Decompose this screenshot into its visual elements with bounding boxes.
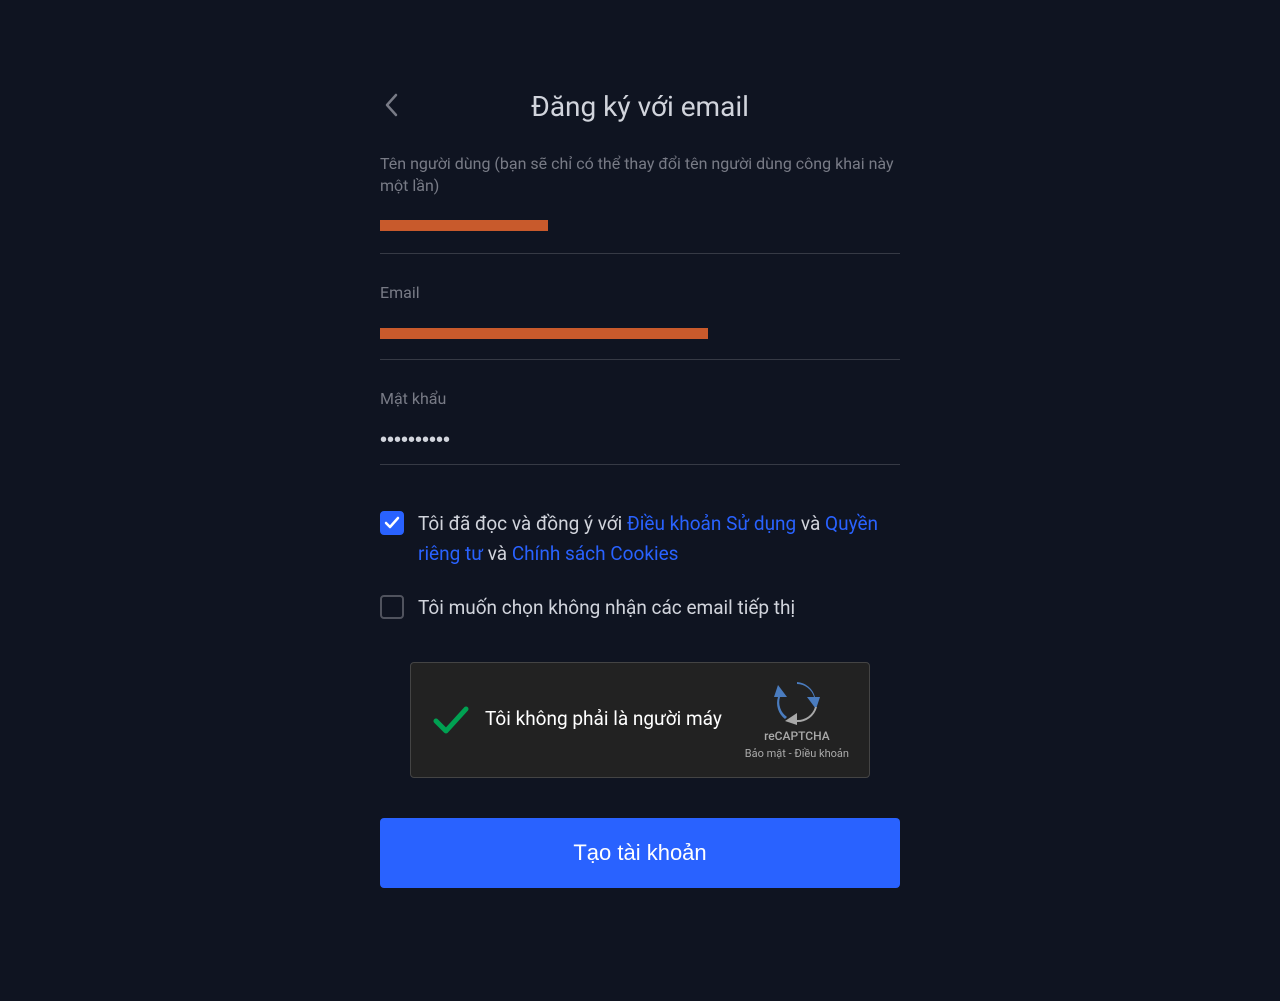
terms-text-and1: và — [796, 512, 825, 535]
recaptcha-text: Tôi không phải là người máy — [485, 706, 745, 733]
recaptcha-widget[interactable]: Tôi không phải là người máy reCAPTCHA Bả… — [410, 662, 870, 778]
terms-text-prefix: Tôi đã đọc và đồng ý với — [418, 512, 627, 535]
recaptcha-container: Tôi không phải là người máy reCAPTCHA Bả… — [380, 662, 900, 778]
terms-of-use-link[interactable]: Điều khoản Sử dụng — [627, 512, 796, 535]
redaction-mark — [380, 328, 708, 339]
marketing-label: Tôi muốn chọn không nhận các email tiếp … — [418, 593, 795, 623]
username-label: Tên người dùng (bạn sẽ chỉ có thể thay đ… — [380, 153, 900, 198]
check-icon — [384, 515, 400, 531]
password-input[interactable] — [380, 423, 900, 465]
signup-form-container: Đăng ký với email Tên người dùng (bạn sẽ… — [380, 90, 900, 1001]
username-input[interactable] — [380, 210, 900, 254]
marketing-checkbox[interactable] — [380, 595, 404, 619]
recaptcha-checkmark — [431, 700, 471, 740]
username-field-group: Tên người dùng (bạn sẽ chỉ có thể thay đ… — [380, 153, 900, 254]
form-header: Đăng ký với email — [380, 90, 900, 123]
terms-checkbox[interactable] — [380, 511, 404, 535]
email-field-group: Email — [380, 282, 900, 360]
recaptcha-logo-icon — [774, 679, 820, 725]
chevron-left-icon — [384, 93, 398, 117]
email-input[interactable] — [380, 316, 900, 360]
password-label: Mật khẩu — [380, 388, 900, 410]
check-icon — [432, 701, 470, 739]
page-title: Đăng ký với email — [380, 90, 900, 123]
email-label: Email — [380, 282, 900, 304]
recaptcha-legal-links[interactable]: Bảo mật - Điều khoản — [745, 747, 849, 760]
recaptcha-brand: reCAPTCHA — [764, 729, 830, 743]
create-account-button[interactable]: Tạo tài khoản — [380, 818, 900, 888]
marketing-checkbox-row: Tôi muốn chọn không nhận các email tiếp … — [380, 593, 900, 623]
back-button[interactable] — [380, 89, 402, 125]
terms-text-and2: và — [483, 542, 512, 565]
terms-checkbox-row: Tôi đã đọc và đồng ý với Điều khoản Sử d… — [380, 509, 900, 570]
recaptcha-badge: reCAPTCHA Bảo mật - Điều khoản — [745, 679, 849, 760]
redaction-mark — [380, 220, 548, 231]
terms-label: Tôi đã đọc và đồng ý với Điều khoản Sử d… — [418, 509, 900, 570]
password-field-group: Mật khẩu — [380, 388, 900, 464]
cookies-link[interactable]: Chính sách Cookies — [512, 542, 679, 565]
checkbox-section: Tôi đã đọc và đồng ý với Điều khoản Sử d… — [380, 509, 900, 624]
